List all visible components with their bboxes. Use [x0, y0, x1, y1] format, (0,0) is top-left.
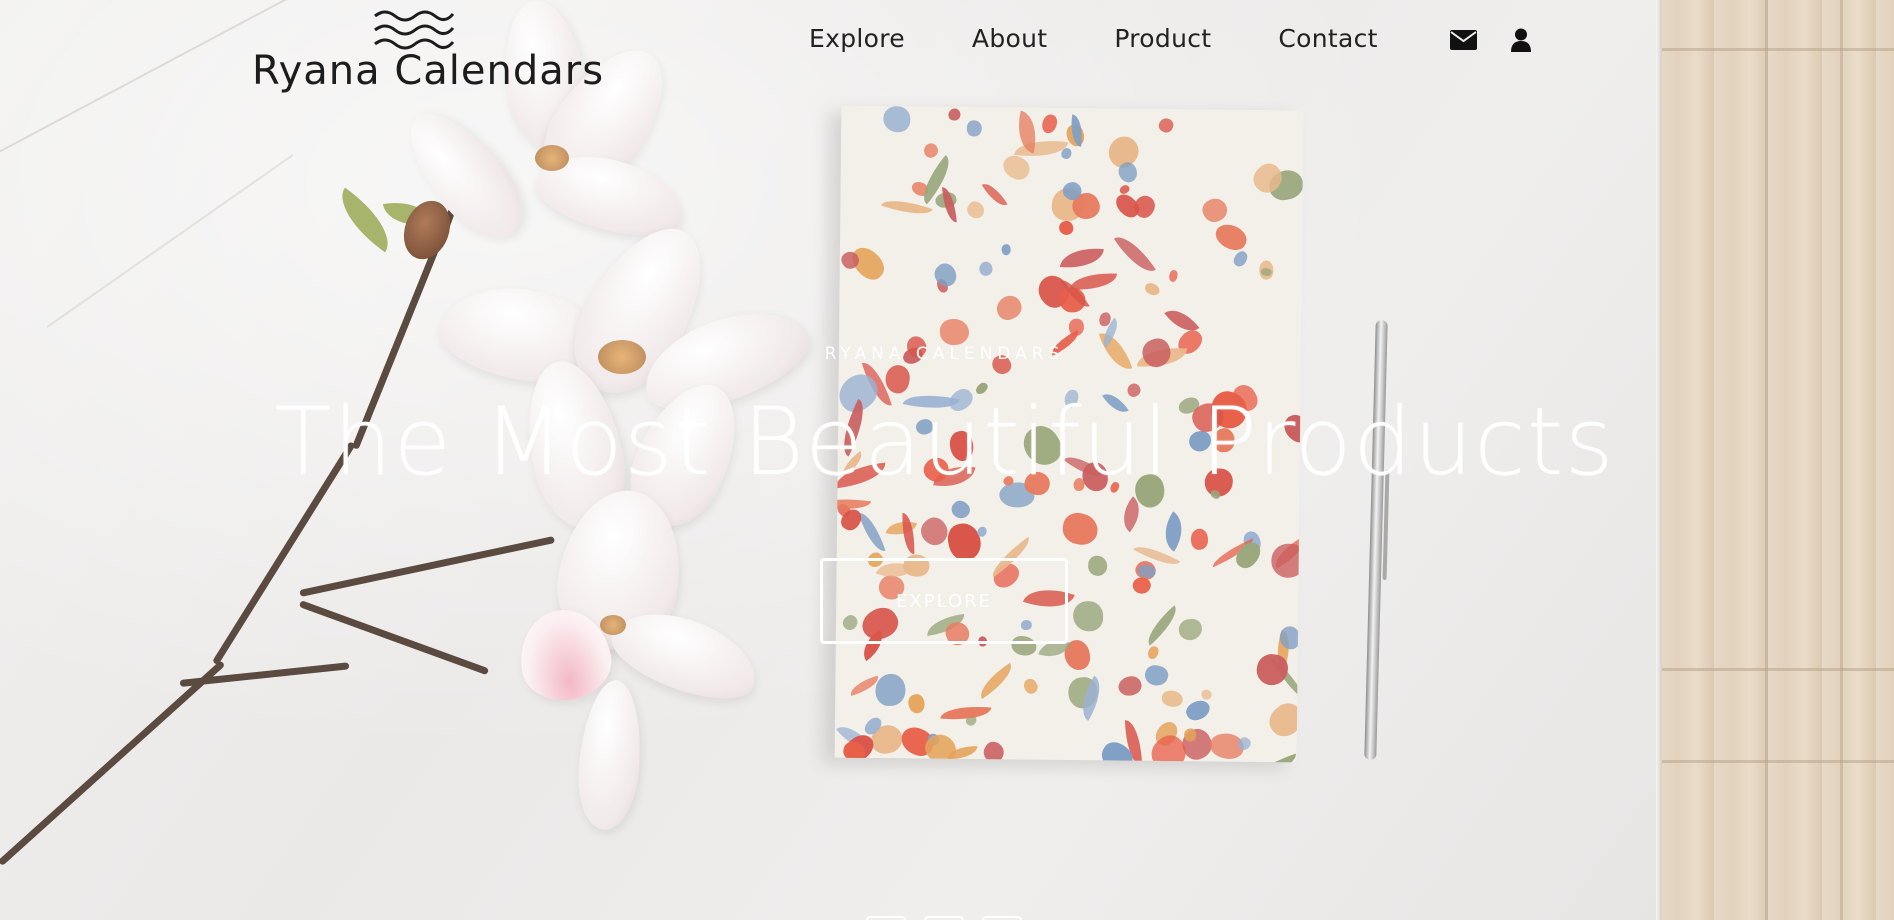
brand-name: Ryana Calendars	[252, 48, 605, 94]
pattern-petal	[999, 152, 1033, 184]
pattern-petal	[1143, 281, 1162, 297]
waves-icon	[374, 10, 455, 50]
nav-link-about[interactable]: About	[972, 24, 1047, 53]
pattern-petal	[1182, 696, 1213, 724]
pattern-petal	[1001, 243, 1012, 256]
user-icon[interactable]	[1510, 28, 1532, 52]
pattern-petal	[1040, 112, 1060, 135]
nav-link-contact[interactable]: Contact	[1278, 24, 1377, 53]
pattern-petal	[964, 199, 988, 222]
pattern-petal	[905, 692, 927, 716]
pattern-petal	[1189, 527, 1209, 550]
pattern-petal	[1199, 194, 1231, 226]
pattern-petal	[948, 497, 973, 522]
pattern-leaf	[901, 513, 916, 555]
pattern-petal	[1212, 220, 1251, 254]
pattern-petal	[1111, 190, 1143, 222]
pattern-petal	[1161, 689, 1184, 708]
main-nav: Explore About Product Contact	[809, 24, 1445, 53]
slide-indicator[interactable]	[924, 916, 964, 920]
hero-headline: The Most Beautiful Products	[274, 388, 1615, 497]
pattern-leaf	[1060, 244, 1105, 271]
header-icons	[1450, 28, 1532, 52]
pattern-leaf	[1113, 228, 1156, 280]
pattern-petal	[1156, 115, 1176, 135]
pattern-petal	[1021, 676, 1040, 696]
pattern-petal	[1059, 509, 1101, 548]
wood-seam	[1660, 668, 1894, 671]
flower-stamen	[535, 145, 569, 171]
pattern-petal	[1200, 688, 1213, 701]
pattern-petal	[922, 140, 941, 160]
pattern-leaf	[1140, 605, 1184, 646]
pattern-petal	[948, 108, 961, 122]
pattern-petal	[1177, 618, 1203, 642]
pattern-petal	[980, 738, 1008, 763]
page: Ryana Calendars Explore About Product Co…	[0, 0, 1894, 920]
pattern-petal	[1073, 600, 1104, 632]
pattern-petal	[1231, 248, 1250, 269]
hero-eyebrow: RYANA CALENDARS	[824, 344, 1065, 364]
slide-indicator[interactable]	[982, 916, 1022, 920]
pattern-petal	[1058, 219, 1075, 236]
pattern-petal	[874, 672, 906, 707]
pattern-petal	[939, 318, 971, 347]
pattern-leaf	[858, 508, 887, 556]
wood-seam	[1660, 760, 1894, 763]
pattern-petal	[965, 118, 983, 137]
pattern-petal	[1142, 663, 1171, 689]
nav-link-explore[interactable]: Explore	[809, 24, 905, 53]
slide-indicator[interactable]	[866, 916, 906, 920]
pattern-petal	[1254, 652, 1290, 688]
pattern-petal	[977, 260, 994, 278]
pattern-leaf	[973, 662, 1019, 699]
marble-vein	[46, 154, 294, 328]
nav-link-product[interactable]: Product	[1114, 24, 1211, 53]
pattern-petal	[1115, 672, 1144, 699]
pattern-petal	[1168, 269, 1179, 283]
wood-seam	[1660, 48, 1894, 51]
pattern-leaf	[1154, 510, 1193, 552]
pattern-leaf	[1244, 753, 1300, 763]
flower-stamen	[600, 615, 626, 635]
envelope-icon[interactable]	[1450, 30, 1477, 50]
pattern-petal	[945, 520, 984, 563]
pattern-petal	[915, 512, 954, 551]
pattern-petal	[930, 258, 962, 291]
pattern-leaf	[981, 178, 1008, 211]
explore-button[interactable]: EXPLORE	[820, 558, 1068, 644]
pattern-petal	[882, 105, 911, 133]
pattern-petal	[992, 291, 1026, 324]
pattern-petal	[1087, 555, 1108, 577]
pattern-petal	[1146, 644, 1160, 660]
pattern-petal	[1260, 267, 1273, 277]
slide-indicators	[866, 916, 1022, 920]
brand-logo[interactable]: Ryana Calendars	[250, 6, 610, 96]
